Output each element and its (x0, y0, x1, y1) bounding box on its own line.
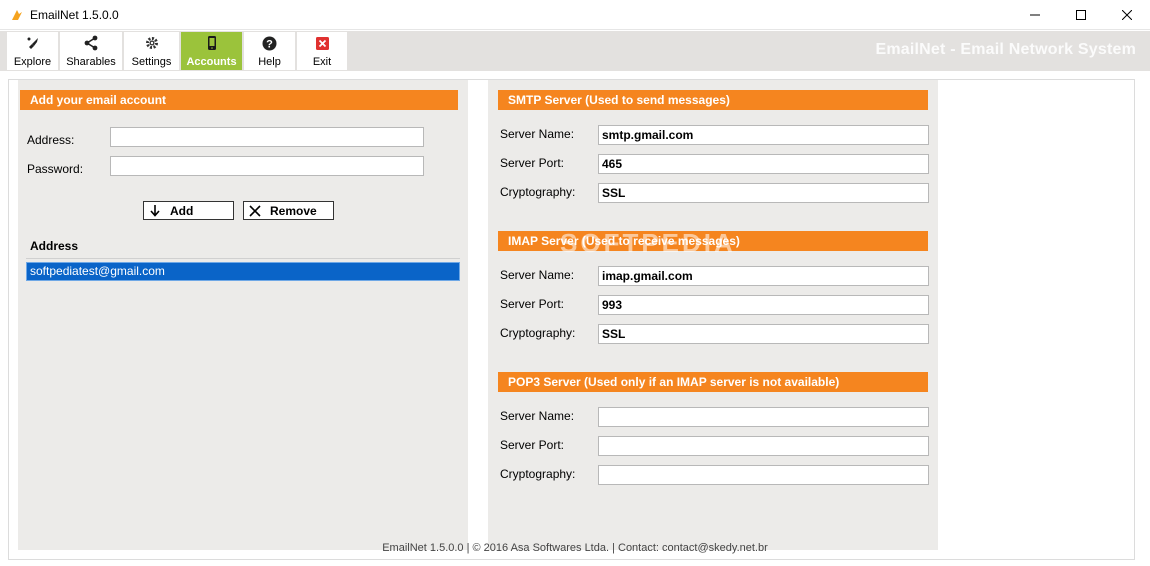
toolbar-accounts-label: Accounts (186, 56, 237, 68)
toolbar-sharables-button[interactable]: Sharables (60, 32, 123, 70)
minimize-icon (1030, 14, 1040, 16)
toolbar-accounts-button[interactable]: Accounts (181, 32, 243, 70)
remove-button-label: Remove (270, 203, 317, 218)
smtp-cryptography-label: Cryptography: (500, 185, 576, 199)
address-input[interactable] (110, 127, 424, 147)
phone-icon (204, 35, 220, 51)
address-list-header: Address (30, 239, 79, 253)
toolbar-explore-label: Explore (13, 56, 52, 68)
account-list-item[interactable]: softpediatest@gmail.com (26, 262, 460, 281)
window-title: EmailNet 1.5.0.0 (30, 8, 119, 22)
add-account-button[interactable]: Add (143, 201, 234, 220)
remove-account-button[interactable]: Remove (243, 201, 334, 220)
account-panel (18, 80, 468, 550)
imap-cryptography-label: Cryptography: (500, 326, 576, 340)
x-icon (248, 204, 262, 217)
arrow-down-icon (148, 204, 162, 217)
imap-cryptography-input[interactable] (598, 324, 929, 344)
toolbar-exit-button[interactable]: Exit (297, 32, 348, 70)
svg-text:?: ? (266, 38, 273, 50)
smtp-server-port-input[interactable] (598, 154, 929, 174)
toolbar-sharables-label: Sharables (66, 56, 116, 68)
pop3-cryptography-input[interactable] (598, 465, 929, 485)
help-icon: ? (262, 35, 278, 51)
maximize-button[interactable] (1058, 0, 1104, 30)
close-icon (1122, 10, 1132, 20)
brand-title: EmailNet - Email Network System (875, 41, 1136, 58)
imap-server-port-label: Server Port: (500, 297, 565, 311)
account-section-header: Add your email account (20, 90, 458, 110)
smtp-server-port-label: Server Port: (500, 156, 565, 170)
toolbar-help-label: Help (258, 56, 281, 68)
smtp-server-name-input[interactable] (598, 125, 929, 145)
maximize-icon (1076, 10, 1086, 20)
toolbar-help-button[interactable]: ? Help (244, 32, 296, 70)
pop3-server-name-input[interactable] (598, 407, 929, 427)
toolbar-settings-label: Settings (131, 56, 172, 68)
password-input[interactable] (110, 156, 424, 176)
exit-icon (314, 35, 330, 51)
toolbar-exit-label: Exit (312, 56, 332, 68)
minimize-button[interactable] (1012, 0, 1058, 30)
footer-status: EmailNet 1.5.0.0 | © 2016 Asa Softwares … (382, 542, 768, 554)
softpedia-watermark: SOFTPEDIA (560, 228, 736, 258)
toolbar-explore-button[interactable]: Explore (7, 32, 59, 70)
smtp-section-header: SMTP Server (Used to send messages) (498, 90, 928, 110)
address-label: Address: (27, 133, 75, 147)
add-button-label: Add (170, 203, 194, 218)
pop3-section-header: POP3 Server (Used only if an IMAP server… (498, 372, 928, 392)
title-bar: EmailNet 1.5.0.0 (0, 0, 1150, 30)
smtp-server-name-label: Server Name: (500, 127, 575, 141)
smtp-cryptography-input[interactable] (598, 183, 929, 203)
pop3-server-port-label: Server Port: (500, 438, 565, 452)
gear-icon (144, 35, 160, 51)
close-window-button[interactable] (1104, 0, 1150, 30)
pop3-server-name-label: Server Name: (500, 409, 575, 423)
pop3-cryptography-label: Cryptography: (500, 467, 576, 481)
toolbar-settings-button[interactable]: Settings (124, 32, 180, 70)
imap-server-name-label: Server Name: (500, 268, 575, 282)
password-label: Password: (27, 162, 84, 176)
pop3-server-port-input[interactable] (598, 436, 929, 456)
imap-server-name-input[interactable] (598, 266, 929, 286)
share-icon (83, 35, 99, 51)
main-toolbar: Explore Sharables Settings Accounts ? He… (0, 31, 1150, 71)
app-logo-icon (10, 8, 24, 22)
imap-server-port-input[interactable] (598, 295, 929, 315)
list-header-divider (26, 258, 460, 259)
rocket-icon (25, 35, 41, 51)
